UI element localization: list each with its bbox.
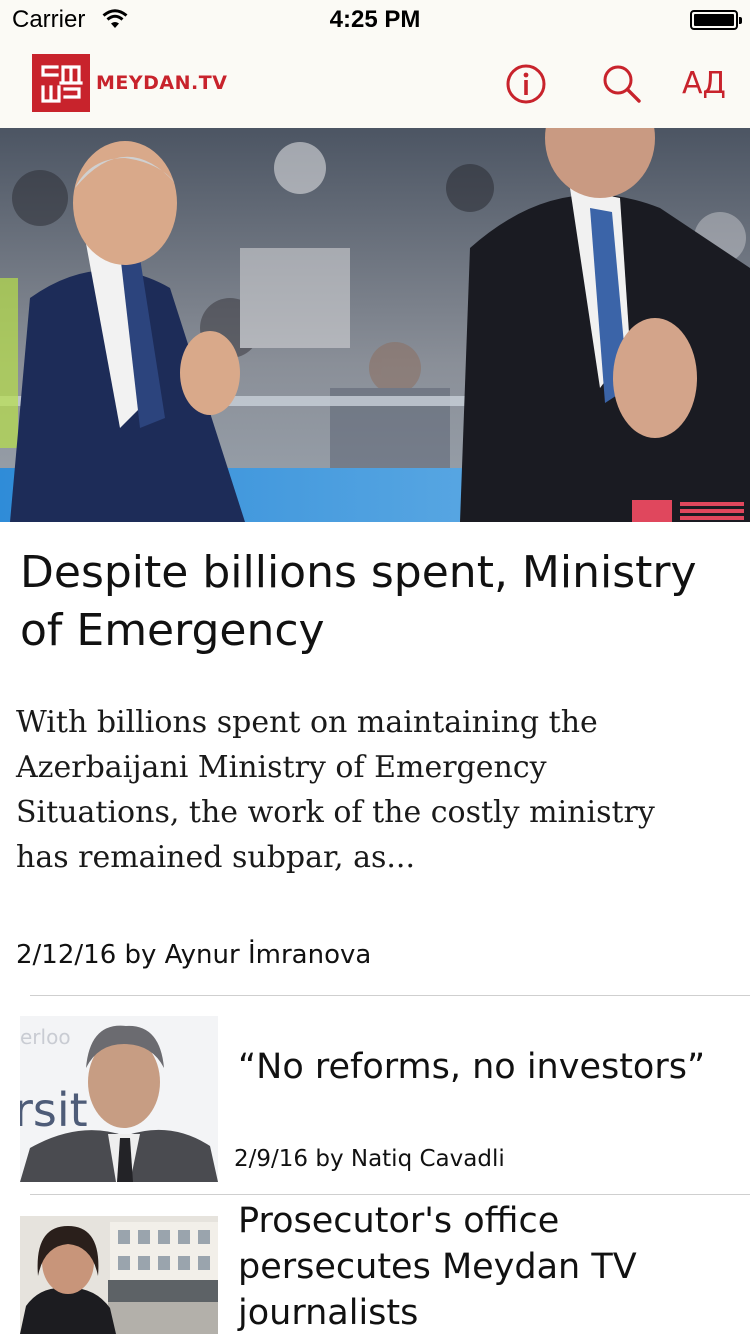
meydan-logo[interactable]: MEYDAN.TV [32, 54, 227, 112]
search-icon[interactable] [600, 62, 644, 106]
status-bar: Carrier 4:25 PM [0, 0, 750, 40]
nav-bar: MEYDAN.TV АД [0, 40, 750, 128]
logo-mark-icon [32, 54, 90, 112]
featured-article-meta: 2/12/16 by Aynur İmranova [16, 940, 372, 970]
status-time: 4:25 PM [329, 6, 421, 33]
article-title[interactable]: “No reforms, no investors” [238, 1044, 738, 1090]
featured-article-image[interactable] [0, 128, 750, 522]
featured-article-title[interactable]: Despite billions spent, Ministry of Emer… [20, 544, 720, 660]
article-title[interactable]: Prosecutor's office persecutes Meydan TV… [238, 1198, 738, 1334]
meydan-watermark-icon [632, 500, 744, 522]
article-thumbnail: rsit erloo [20, 1016, 218, 1182]
language-toggle-button[interactable]: АД [682, 62, 726, 106]
battery-icon [690, 10, 742, 30]
logo-text: MEYDAN.TV [96, 72, 228, 94]
svg-text:rsit: rsit [20, 1083, 88, 1137]
hero-photo [0, 128, 750, 522]
svg-text:erloo: erloo [20, 1025, 71, 1049]
featured-article-summary: With billions spent on maintaining the A… [16, 705, 655, 875]
divider [30, 1194, 750, 1195]
article-meta: 2/9/16 by Natiq Cavadli [234, 1146, 505, 1172]
info-icon[interactable] [504, 62, 548, 106]
article-thumbnail [20, 1216, 218, 1334]
divider [30, 995, 750, 996]
